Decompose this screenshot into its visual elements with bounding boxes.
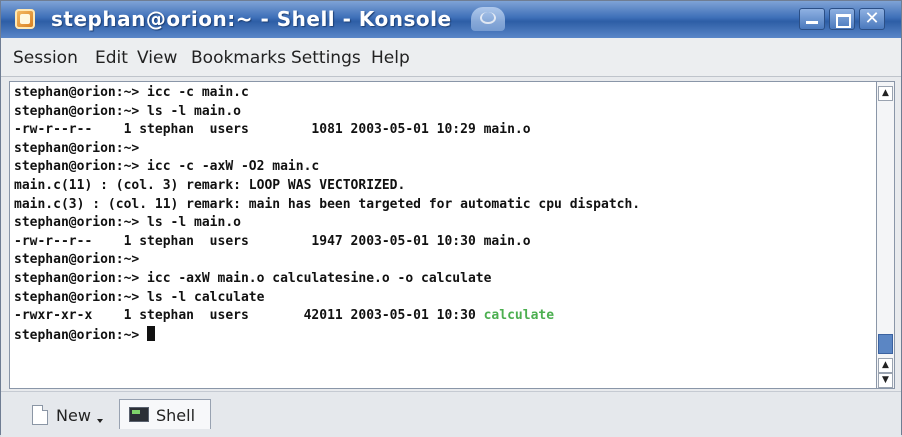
title-bar[interactable]: stephan@orion:~ - Shell - Konsole ✕: [1, 1, 901, 38]
terminal-line: stephan@orion:~>: [14, 140, 140, 156]
terminal-line: main.c(3) : (col. 11) remark: main has b…: [14, 196, 641, 212]
title-decoration-icon: [471, 7, 505, 31]
menu-view[interactable]: View: [137, 48, 177, 68]
scroll-up-arrow-icon[interactable]: ▲: [878, 86, 893, 101]
listing-details: -rwxr-xr-x 1 stephan users 42011 2003-05…: [14, 308, 484, 324]
tab-shell[interactable]: Shell: [119, 399, 211, 429]
terminal-line: -rw-r--r-- 1 stephan users 1947 2003-05-…: [14, 233, 531, 249]
menu-session[interactable]: Session: [13, 48, 78, 68]
tab-shell-label: Shell: [156, 406, 196, 425]
terminal-line: stephan@orion:~> icc -c -axW -O2 main.c: [14, 159, 320, 175]
terminal-lines: stephan@orion:~> icc -c main.c stephan@o…: [14, 84, 640, 344]
prompt: stephan@orion:~>: [14, 327, 148, 343]
terminal-line: -rw-r--r-- 1 stephan users 1081 2003-05-…: [14, 122, 531, 138]
menu-bookmarks[interactable]: Bookmarks: [191, 48, 286, 68]
executable-filename: calculate: [483, 308, 555, 324]
scroll-up-arrow-icon[interactable]: ▲: [878, 358, 893, 373]
maximize-button[interactable]: [829, 8, 855, 30]
menu-edit[interactable]: Edit: [95, 48, 128, 68]
terminal-prompt-line: stephan@orion:~>: [14, 325, 640, 345]
scrollbar-thumb[interactable]: [878, 334, 893, 354]
terminal-line: stephan@orion:~> icc -axW main.o calcula…: [14, 270, 492, 286]
terminal-line: stephan@orion:~> icc -c main.c: [14, 85, 249, 100]
scroll-down-arrow-icon[interactable]: ▼: [878, 373, 893, 388]
vertical-scrollbar[interactable]: ▲ ▲ ▼: [877, 81, 895, 389]
terminal-line: stephan@orion:~> ls -l calculate: [14, 289, 265, 305]
close-button[interactable]: ✕: [859, 8, 885, 30]
terminal-line: main.c(11) : (col. 3) remark: LOOP WAS V…: [14, 177, 406, 193]
konsole-window: stephan@orion:~ - Shell - Konsole ✕ Sess…: [0, 0, 902, 437]
minimize-button[interactable]: [799, 8, 825, 30]
terminal-line: stephan@orion:~> ls -l main.o: [14, 103, 241, 119]
menu-help[interactable]: Help: [371, 48, 410, 68]
text-cursor: [147, 325, 156, 341]
menu-bar: Session Edit View Bookmarks Settings Hel…: [1, 38, 901, 77]
window-title: stephan@orion:~ - Shell - Konsole: [51, 7, 452, 31]
terminal-icon: [129, 407, 149, 422]
terminal-line: stephan@orion:~> ls -l main.o: [14, 215, 241, 231]
terminal-line: stephan@orion:~>: [14, 252, 140, 268]
menu-settings[interactable]: Settings: [291, 48, 361, 68]
chevron-down-icon[interactable]: [97, 419, 103, 423]
terminal-output[interactable]: stephan@orion:~> icc -c main.c stephan@o…: [9, 81, 877, 389]
new-document-icon: [32, 405, 48, 425]
new-session-label: New: [56, 406, 91, 425]
terminal-line-listing: -rwxr-xr-x 1 stephan users 42011 2003-05…: [14, 307, 640, 326]
konsole-icon[interactable]: [15, 9, 35, 29]
session-tab-bar: New Shell: [1, 391, 901, 437]
new-session-button[interactable]: New: [13, 399, 113, 429]
